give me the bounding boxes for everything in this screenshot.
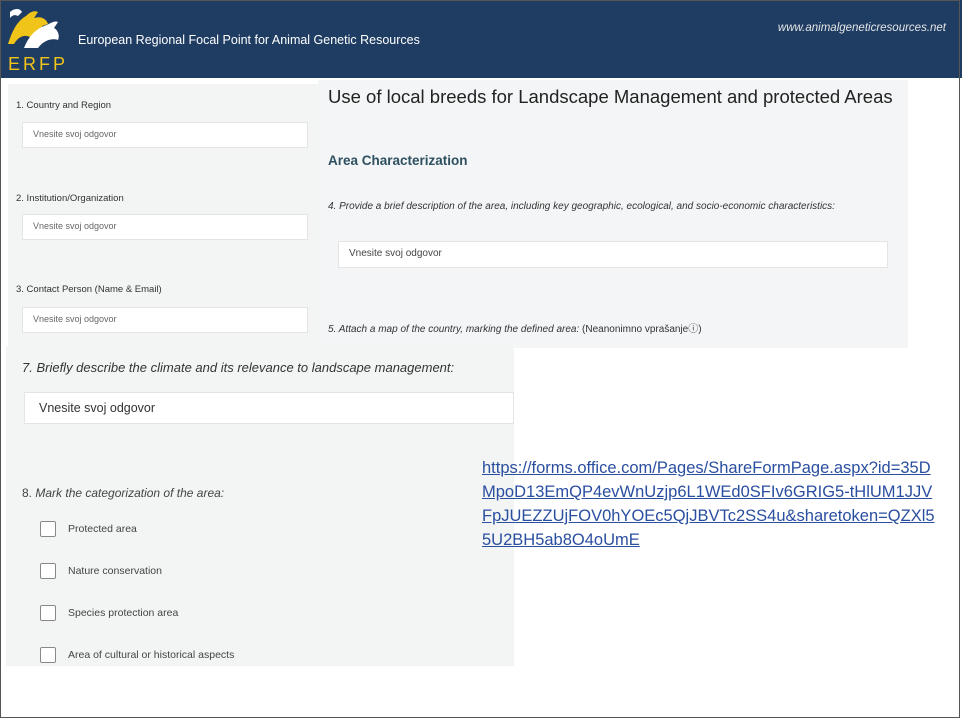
option-cultural-historical[interactable]: Area of cultural or historical aspects [40,645,234,665]
question-5-label: 5. Attach a map of the country, marking … [328,320,702,335]
question-3-label: 3. Contact Person (Name & Email) [16,284,162,295]
banner-title: European Regional Focal Point for Animal… [78,33,420,47]
question-4-label: 4. Provide a brief description of the ar… [328,201,835,212]
institution-input[interactable]: Vnesite svoj odgovor [22,214,308,240]
erfp-logo: ERFP [4,4,66,76]
question-8-number: 8. [22,486,33,500]
question-8-text: Mark the categorization of the area: [35,486,225,500]
checkbox[interactable] [40,521,56,537]
share-form-link[interactable]: https://forms.office.com/Pages/ShareForm… [482,456,942,552]
area-description-input[interactable]: Vnesite svoj odgovor [338,241,888,268]
checkbox[interactable] [40,563,56,579]
question-7-label: 7. Briefly describe the climate and its … [22,360,455,375]
question-8-label: 8. Mark the categorization of the area: [22,486,224,500]
question-5-text: 5. Attach a map of the country, marking … [328,324,580,335]
option-species-protection[interactable]: Species protection area [40,603,178,623]
form-panel-right [318,80,908,348]
option-label: Area of cultural or historical aspects [68,649,235,661]
option-label: Protected area [68,523,137,535]
option-nature-conservation[interactable]: Nature conservation [40,561,162,581]
header-banner: ERFP European Regional Focal Point for A… [0,0,962,78]
question-2-label: 2. Institution/Organization [16,193,124,204]
option-label: Nature conservation [68,565,162,577]
section-heading: Area Characterization [328,153,468,168]
question-1-label: 1. Country and Region [16,100,112,111]
question-5-note: (Neanonimno vprašanjeⓘ) [582,324,702,335]
checkbox[interactable] [40,647,56,663]
country-region-input[interactable]: Vnesite svoj odgovor [22,122,308,148]
checkbox[interactable] [40,605,56,621]
horse-logo-icon [4,4,66,52]
climate-input[interactable]: Vnesite svoj odgovor [24,392,514,424]
option-label: Species protection area [68,607,179,619]
option-protected-area[interactable]: Protected area [40,519,137,539]
form-title: Use of local breeds for Landscape Manage… [328,86,893,107]
logo-text: ERFP [8,54,69,74]
contact-person-input[interactable]: Vnesite svoj odgovor [22,307,308,333]
website-link[interactable]: www.animalgeneticresources.net [778,22,946,34]
